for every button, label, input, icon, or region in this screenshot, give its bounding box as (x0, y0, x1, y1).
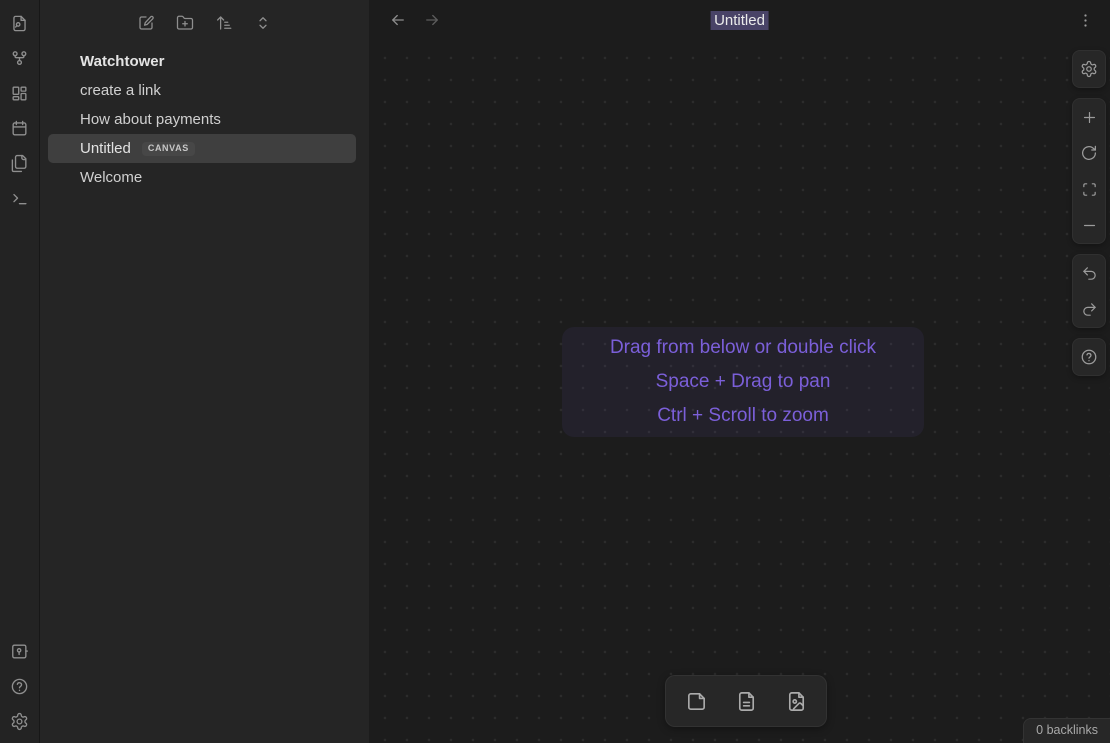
ribbon-help-button[interactable] (9, 675, 31, 697)
zoom-out-button[interactable] (1073, 207, 1105, 243)
new-folder-icon (176, 14, 194, 32)
new-note-icon (137, 14, 155, 32)
file-row-create-a-link[interactable]: create a link (48, 76, 356, 105)
graph-view-button[interactable] (9, 47, 31, 69)
help-icon (10, 677, 29, 696)
drag-note-icon (735, 690, 758, 713)
file-name: create a link (80, 82, 161, 99)
arrow-left-icon (389, 11, 407, 29)
canvas-settings-button[interactable] (1073, 51, 1105, 87)
zoom-controls-group (1072, 98, 1106, 244)
canvas-icon (10, 84, 29, 103)
ribbon-settings-button[interactable] (9, 710, 31, 732)
hint-line: Drag from below or double click (610, 331, 876, 365)
hint-line: Space + Drag to pan (656, 365, 831, 399)
file-search-icon (10, 14, 29, 33)
templates-files-icon (10, 154, 29, 173)
new-folder-button[interactable] (174, 12, 196, 34)
hint-line: Ctrl + Scroll to zoom (657, 399, 829, 433)
minus-icon (1081, 217, 1098, 234)
ribbon-bottom-group (9, 640, 31, 732)
zoom-to-fit-icon (1081, 181, 1098, 198)
ribbon (0, 0, 40, 743)
undo-button[interactable] (1073, 255, 1105, 291)
drag-card-icon (685, 690, 708, 713)
drag-card-button[interactable] (675, 684, 717, 718)
daily-note-button[interactable] (9, 117, 31, 139)
file-row-how-about-payments[interactable]: How about payments (48, 105, 356, 134)
sort-order-button[interactable] (213, 12, 235, 34)
settings-gear-icon (1080, 60, 1098, 78)
canvas-view[interactable]: Untitled Drag from below or double click… (369, 0, 1110, 743)
templates-button[interactable] (9, 152, 31, 174)
file-row-watchtower[interactable]: Watchtower (48, 47, 356, 76)
navigate-forward-button[interactable] (421, 9, 443, 31)
ellipsis-vertical-icon (1077, 12, 1094, 29)
vault-icon (10, 642, 29, 661)
file-name: How about payments (80, 111, 221, 128)
reset-zoom-icon (1080, 144, 1098, 162)
settings-gear-icon (10, 712, 29, 731)
file-explorer: Watchtower create a link How about payme… (40, 0, 369, 743)
view-header: Untitled (369, 0, 1110, 40)
ribbon-top-group (9, 12, 31, 209)
backlinks-status[interactable]: 0 backlinks (1023, 718, 1110, 743)
reset-zoom-button[interactable] (1073, 135, 1105, 171)
app-window: Watchtower create a link How about payme… (0, 0, 1110, 743)
quick-switcher-button[interactable] (9, 12, 31, 34)
navigate-back-button[interactable] (387, 9, 409, 31)
history-controls-group (1072, 254, 1106, 328)
new-note-button[interactable] (135, 12, 157, 34)
graph-icon (10, 49, 29, 68)
terminal-icon (10, 189, 29, 208)
backlinks-count-label: 0 backlinks (1036, 723, 1098, 737)
file-name: Welcome (80, 169, 142, 186)
canvas-empty-hint: Drag from below or double click Space + … (562, 327, 924, 437)
file-name: Untitled (80, 140, 131, 157)
plus-icon (1081, 109, 1098, 126)
help-icon (1080, 348, 1098, 366)
card-toolbar (665, 675, 827, 727)
arrow-right-icon (423, 11, 441, 29)
redo-button[interactable] (1073, 291, 1105, 327)
help-group (1072, 338, 1106, 376)
daily-note-calendar-icon (10, 119, 29, 138)
sort-order-icon (215, 14, 233, 32)
drag-media-button[interactable] (775, 684, 817, 718)
canvas-settings-group (1072, 50, 1106, 88)
file-list: Watchtower create a link How about payme… (40, 45, 369, 194)
terminal-button[interactable] (9, 187, 31, 209)
folder-name: Watchtower (80, 53, 164, 70)
vault-switcher-button[interactable] (9, 640, 31, 662)
zoom-to-fit-button[interactable] (1073, 171, 1105, 207)
canvas-help-button[interactable] (1073, 339, 1105, 375)
undo-icon (1081, 265, 1098, 282)
view-title[interactable]: Untitled (710, 12, 769, 29)
file-row-welcome[interactable]: Welcome (48, 163, 356, 192)
redo-icon (1081, 301, 1098, 318)
canvas-badge: CANVAS (142, 142, 195, 156)
explorer-toolbar (40, 0, 369, 45)
view-title-text: Untitled (710, 11, 769, 30)
drag-note-button[interactable] (725, 684, 767, 718)
zoom-in-button[interactable] (1073, 99, 1105, 135)
new-canvas-button[interactable] (9, 82, 31, 104)
collapse-all-button[interactable] (252, 12, 274, 34)
history-nav (387, 9, 443, 31)
file-row-untitled-canvas[interactable]: Untitled CANVAS (48, 134, 356, 163)
more-options-button[interactable] (1074, 9, 1096, 31)
collapse-all-icon (254, 14, 272, 32)
drag-media-icon (785, 690, 808, 713)
canvas-controls (1072, 50, 1106, 376)
